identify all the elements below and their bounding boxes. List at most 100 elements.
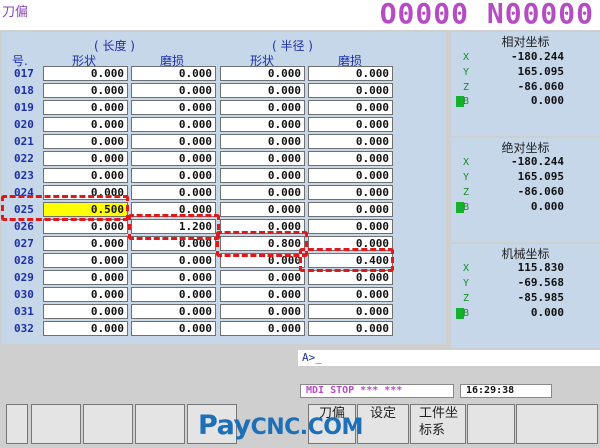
radius-wear-cell[interactable]: 0.000 — [308, 66, 393, 81]
machine-coordinates-title: 机械坐标 — [501, 247, 550, 261]
paycnc-watermark-logo: PayCNC.COM — [198, 410, 363, 441]
offset-table-panel: ( 长度 ) ( 半径 ) 号. 形状 磨损 形状 磨损 017 0.000 0.0… — [2, 32, 446, 344]
radius-shape-cell[interactable]: 0.000 — [220, 287, 305, 302]
key-input-prompt: A>_ — [302, 351, 322, 364]
annotation-box-radius-wear — [299, 248, 394, 272]
length-wear-cell[interactable]: 0.000 — [131, 168, 216, 183]
offset-number-026: 026 — [14, 220, 34, 233]
radius-shape-cell[interactable]: 0.000 — [220, 134, 305, 149]
length-wear-cell[interactable]: 0.000 — [131, 117, 216, 132]
radius-wear-cell[interactable]: 0.000 — [308, 185, 393, 200]
radius-wear-cell[interactable]: 0.000 — [308, 202, 393, 217]
radius-wear-cell[interactable]: 0.000 — [308, 151, 393, 166]
length-shape-cell[interactable]: 0.000 — [43, 270, 128, 285]
softkey-1[interactable] — [6, 404, 28, 444]
machine-y-value: -69.568 — [517, 276, 564, 289]
radius-shape-cell[interactable]: 0.000 — [220, 100, 305, 115]
offset-number-027: 027 — [14, 237, 34, 250]
length-wear-cell[interactable]: 0.000 — [131, 66, 216, 81]
length-shape-cell[interactable]: 0.000 — [43, 83, 128, 98]
relative-coordinates-panel: 相对坐标 X -180.244 Y 165.095 Z -86.060 B 0.… — [451, 32, 600, 136]
length-wear-cell[interactable]: 0.000 — [131, 100, 216, 115]
radius-shape-cell[interactable]: 0.000 — [220, 321, 305, 336]
radius-wear-cell[interactable]: 0.000 — [308, 287, 393, 302]
radius-group-header: ( 半径 ) — [272, 39, 313, 53]
absolute-b-value: 0.000 — [530, 200, 564, 213]
length-shape-cell[interactable]: 0.000 — [43, 100, 128, 115]
softkey-2[interactable] — [31, 404, 81, 444]
axis-x-label: X — [463, 157, 470, 168]
absolute-z-value: -86.060 — [517, 185, 564, 198]
absolute-y-value: 165.095 — [517, 170, 564, 183]
absolute-coordinates-title: 绝对坐标 — [501, 141, 550, 155]
length-shape-cell[interactable]: 0.000 — [43, 168, 128, 183]
softkey-8[interactable]: 工件坐标系 — [410, 404, 466, 444]
length-shape-cell[interactable]: 0.000 — [43, 66, 128, 81]
radius-wear-cell[interactable]: 0.000 — [308, 321, 393, 336]
offset-number-029: 029 — [14, 271, 34, 284]
softkey-9[interactable] — [467, 404, 515, 444]
radius-shape-cell[interactable]: 0.000 — [220, 83, 305, 98]
length-wear-cell[interactable]: 0.000 — [131, 185, 216, 200]
length-wear-cell[interactable]: 0.000 — [131, 134, 216, 149]
radius-wear-cell[interactable]: 0.000 — [308, 134, 393, 149]
radius-wear-cell[interactable]: 0.000 — [308, 83, 393, 98]
length-shape-cell[interactable]: 0.000 — [43, 236, 128, 251]
offset-number-028: 028 — [14, 254, 34, 267]
axis-y-label: Y — [463, 67, 470, 78]
axis-y-label: Y — [463, 278, 470, 289]
length-shape-cell[interactable]: 0.000 — [43, 304, 128, 319]
length-wear-cell[interactable]: 0.000 — [131, 151, 216, 166]
machine-z-value: -85.985 — [517, 291, 564, 304]
length-wear-cell[interactable]: 0.000 — [131, 321, 216, 336]
length-shape-cell[interactable]: 0.000 — [43, 117, 128, 132]
offset-number-032: 032 — [14, 322, 34, 335]
softkey-10[interactable] — [516, 404, 598, 444]
length-wear-cell[interactable]: 0.000 — [131, 83, 216, 98]
relative-b-value: 0.000 — [530, 94, 564, 107]
machine-coordinates-panel: 机械坐标 X 115.830 Y -69.568 Z -85.985 B 0.0… — [451, 244, 600, 348]
radius-shape-cell[interactable]: 0.000 — [220, 304, 305, 319]
radius-shape-cell[interactable]: 0.000 — [220, 270, 305, 285]
radius-shape-cell[interactable]: 0.000 — [220, 66, 305, 81]
axis-z-label: Z — [463, 293, 470, 304]
length-wear-cell[interactable]: 0.000 — [131, 253, 216, 268]
softkey-4[interactable] — [135, 404, 185, 444]
length-shape-cell[interactable]: 0.000 — [43, 151, 128, 166]
offset-number-022: 022 — [14, 152, 34, 165]
offset-number-021: 021 — [14, 135, 34, 148]
machine-b-value: 0.000 — [530, 306, 564, 319]
offset-number-031: 031 — [14, 305, 34, 318]
absolute-coordinates-panel: 绝对坐标 X -180.244 Y 165.095 Z -86.060 B 0.… — [451, 138, 600, 242]
length-shape-cell[interactable]: 0.000 — [43, 287, 128, 302]
radius-wear-cell[interactable]: 0.000 — [308, 100, 393, 115]
radius-wear-cell[interactable]: 0.000 — [308, 117, 393, 132]
key-input-line[interactable] — [298, 350, 600, 366]
softkey-3[interactable] — [83, 404, 133, 444]
length-group-header: ( 长度 ) — [94, 39, 135, 53]
radius-shape-cell[interactable]: 0.000 — [220, 168, 305, 183]
radius-shape-cell[interactable]: 0.000 — [220, 151, 305, 166]
relative-y-value: 165.095 — [517, 65, 564, 78]
radius-shape-cell[interactable]: 0.000 — [220, 202, 305, 217]
radius-wear-cell[interactable]: 0.000 — [308, 304, 393, 319]
radius-shape-cell[interactable]: 0.000 — [220, 117, 305, 132]
length-wear-cell[interactable]: 0.000 — [131, 304, 216, 319]
softkey-7[interactable]: 设定 — [357, 404, 409, 444]
offset-number-019: 019 — [14, 101, 34, 114]
length-wear-cell[interactable]: 0.000 — [131, 270, 216, 285]
radius-wear-cell[interactable]: 0.000 — [308, 168, 393, 183]
watermark-pay: Pay — [198, 410, 251, 441]
length-shape-cell[interactable]: 0.000 — [43, 219, 128, 234]
radius-wear-cell[interactable]: 0.000 — [308, 219, 393, 234]
offset-number-018: 018 — [14, 84, 34, 97]
length-shape-cell[interactable]: 0.000 — [43, 253, 128, 268]
length-shape-cell[interactable]: 0.000 — [43, 321, 128, 336]
length-wear-cell[interactable]: 0.000 — [131, 287, 216, 302]
relative-x-value: -180.244 — [511, 50, 564, 63]
screen-title: 刀偏 — [2, 5, 29, 20]
offset-number-023: 023 — [14, 169, 34, 182]
radius-shape-cell[interactable]: 0.000 — [220, 185, 305, 200]
length-shape-cell[interactable]: 0.000 — [43, 134, 128, 149]
radius-wear-cell[interactable]: 0.000 — [308, 270, 393, 285]
